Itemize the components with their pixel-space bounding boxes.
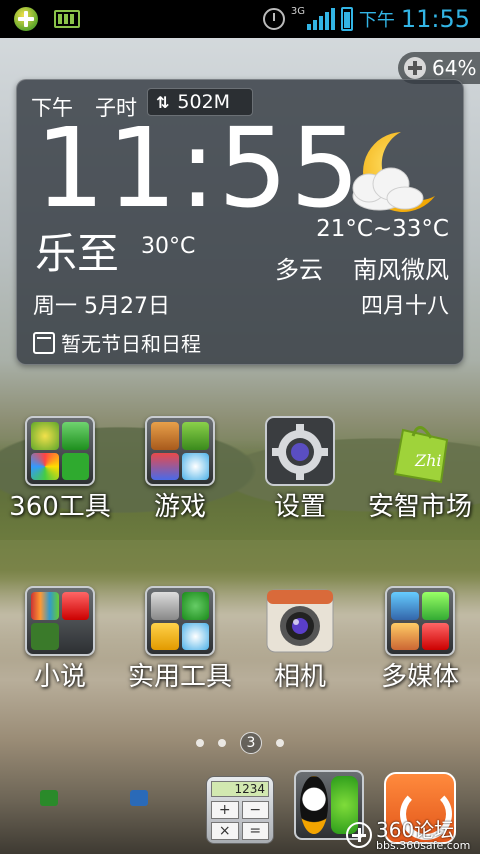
folder-icon — [145, 586, 215, 656]
phone-icon[interactable] — [40, 790, 58, 806]
folder-icon — [385, 586, 455, 656]
calc-key-minus: − — [241, 801, 269, 819]
calendar-icon — [33, 331, 55, 354]
qq-icon — [300, 776, 328, 834]
app-anzhi-market[interactable]: Zhi 安智市场 — [360, 416, 480, 546]
svg-text:Zhi: Zhi — [414, 451, 442, 470]
icon-label: 相机 — [273, 662, 326, 692]
camera-icon — [266, 589, 334, 653]
solar-term: 乐至 — [35, 229, 120, 278]
360-plus-icon — [14, 7, 38, 31]
calculator-display: 1234 — [211, 781, 269, 797]
battery-saver-icon — [54, 10, 80, 28]
icon-label: 游戏 — [153, 492, 206, 522]
page-dot[interactable] — [218, 739, 226, 747]
messages-icon[interactable] — [130, 790, 148, 806]
icon-label: 实用工具 — [127, 662, 232, 692]
status-bar[interactable]: 3G 下午 11:55 — [0, 0, 480, 38]
status-time: 11:55 — [400, 5, 470, 33]
temperature-range: 21°C~33°C — [316, 216, 449, 242]
app-camera[interactable]: 相机 — [240, 586, 360, 716]
folder-icon — [25, 586, 95, 656]
page-dot[interactable] — [276, 739, 284, 747]
watermark-url: bbs.360safe.com — [376, 838, 471, 852]
plus-circle-icon — [404, 57, 426, 79]
schedule-text: 暂无节日和日程 — [61, 332, 201, 356]
moon-cloud-icon — [352, 132, 435, 212]
current-temperature: 30°C — [141, 234, 196, 259]
status-ampm: 下午 — [358, 10, 395, 31]
memory-percent: 64% — [432, 56, 477, 80]
folder-novels[interactable]: 小说 — [0, 586, 120, 716]
current-page-badge[interactable]: 3 — [240, 732, 262, 754]
folder-multimedia[interactable]: 多媒体 — [360, 586, 480, 716]
calc-key-times: × — [211, 822, 239, 840]
page-dot[interactable] — [196, 739, 204, 747]
folder-360-tools[interactable]: 360工具 — [0, 416, 120, 546]
gear-icon — [265, 416, 335, 486]
calculator-app[interactable]: 1234 + − × = — [206, 776, 274, 844]
weather-clock-widget[interactable]: 下午 子时 ⇅ 502M 11:55 乐至 30°C 21°C~33°C 多云 … — [16, 79, 464, 365]
icon-label: 多媒体 — [380, 662, 459, 692]
alarm-icon — [262, 8, 285, 30]
weather-condition: 多云 — [275, 256, 323, 284]
battery-icon — [340, 7, 353, 31]
shopping-bag-icon: Zhi — [393, 426, 449, 484]
folder-icon — [25, 416, 95, 486]
folder-games[interactable]: 游戏 — [120, 416, 240, 546]
page-indicator[interactable]: 3 — [0, 732, 480, 754]
network-type: 3G — [290, 6, 305, 17]
app-settings[interactable]: 设置 — [240, 416, 360, 546]
360-plus-icon — [346, 822, 372, 848]
icon-label: 安智市场 — [367, 492, 472, 522]
calc-key-plus: + — [211, 801, 239, 819]
lunar-date: 四月十八 — [360, 294, 449, 319]
icon-label: 设置 — [273, 492, 326, 522]
calc-key-equals: = — [241, 822, 269, 840]
wind-info: 南风微风 — [353, 256, 449, 284]
folder-icon — [145, 416, 215, 486]
widget-clock[interactable]: 11:55 — [35, 108, 362, 228]
widget-date: 周一 5月27日 — [33, 294, 170, 319]
watermark-title: 360论坛 — [376, 817, 455, 842]
folder-utilities[interactable]: 实用工具 — [120, 586, 240, 716]
signal-icon: 3G — [290, 6, 335, 30]
schedule-row[interactable]: 暂无节日和日程 — [33, 328, 201, 357]
forum-watermark: 360论坛 bbs.360safe.com — [346, 816, 480, 854]
